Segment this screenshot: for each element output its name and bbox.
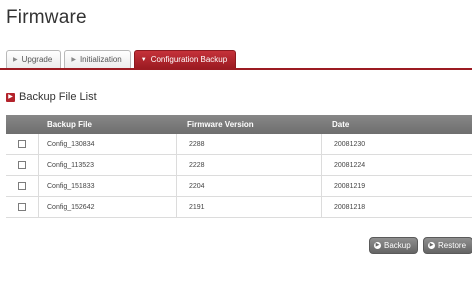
header-date: Date — [332, 120, 350, 129]
tab-underline — [0, 68, 472, 70]
page-title: Firmware — [6, 7, 87, 28]
row-firmware-version: 2288 — [177, 134, 322, 154]
row-checkbox[interactable] — [18, 203, 26, 211]
arrow-icon: ▶ — [428, 242, 435, 249]
chevron-right-icon: ▶ — [71, 57, 76, 63]
restore-button[interactable]: ▶ Restore — [423, 237, 472, 254]
row-date: 20081224 — [334, 161, 366, 169]
chevron-right-icon: ▶ — [13, 57, 18, 63]
table-row[interactable]: Config_151833 2204 20081219 — [6, 176, 472, 197]
table-row[interactable]: Config_152642 2191 20081218 — [6, 197, 472, 218]
row-checkbox[interactable] — [18, 182, 26, 190]
tab-upgrade[interactable]: ▶ Upgrade — [6, 50, 62, 68]
section-title: Backup File List — [19, 91, 97, 103]
row-check-cell — [6, 197, 39, 217]
table-row[interactable]: Config_130834 2288 20081230 — [6, 134, 472, 155]
section-heading: ▶ Backup File List — [6, 91, 97, 103]
row-checkbox[interactable] — [18, 161, 26, 169]
row-check-cell — [6, 134, 39, 154]
row-check-cell — [6, 176, 39, 196]
row-date: 20081230 — [334, 140, 366, 148]
row-backup-file: Config_152642 — [39, 197, 177, 217]
tab-label: Initialization — [79, 55, 122, 64]
tab-label: Upgrade — [21, 55, 53, 64]
restore-button-label: Restore — [438, 241, 467, 250]
row-firmware-version: 2204 — [177, 176, 322, 196]
tab-configuration-backup[interactable]: ▼ Configuration Backup — [133, 50, 237, 68]
tab-label: Configuration Backup — [150, 55, 228, 64]
section-arrow-icon: ▶ — [6, 92, 15, 102]
table-header: Backup File Firmware Version Date — [6, 115, 472, 134]
backup-button-label: Backup — [384, 241, 411, 250]
row-firmware-version: 2191 — [177, 197, 322, 217]
tab-initialization[interactable]: ▶ Initialization — [64, 50, 131, 68]
header-backup-file: Backup File — [47, 120, 92, 129]
row-checkbox[interactable] — [18, 140, 26, 148]
arrow-icon: ▶ — [374, 242, 381, 249]
tab-bar: ▶ Upgrade ▶ Initialization ▼ Configurati… — [6, 50, 239, 68]
row-firmware-version: 2228 — [177, 155, 322, 175]
row-backup-file: Config_130834 — [39, 134, 177, 154]
row-backup-file: Config_151833 — [39, 176, 177, 196]
chevron-down-icon: ▼ — [140, 56, 147, 63]
header-firmware-version: Firmware Version — [187, 120, 254, 129]
backup-file-table: Backup File Firmware Version Date Config… — [6, 115, 472, 218]
backup-button[interactable]: ▶ Backup — [369, 237, 418, 254]
row-date: 20081219 — [334, 182, 366, 190]
row-check-cell — [6, 155, 39, 175]
row-backup-file: Config_113523 — [39, 155, 177, 175]
row-date: 20081218 — [334, 203, 366, 211]
table-row[interactable]: Config_113523 2228 20081224 — [6, 155, 472, 176]
